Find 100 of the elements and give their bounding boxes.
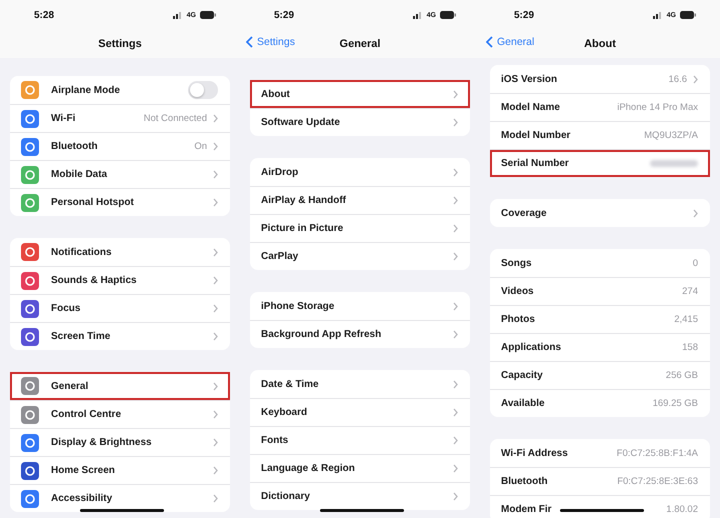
row-label: Focus	[51, 303, 80, 314]
settings-row[interactable]: Available 169.25 GB	[490, 389, 710, 417]
back-button[interactable]: Settings	[246, 36, 295, 48]
settings-row[interactable]: Control Centre	[10, 400, 230, 428]
settings-row[interactable]: Airplane Mode	[10, 76, 230, 104]
row-value: 0	[692, 258, 698, 268]
status-time: 5:29	[274, 10, 294, 20]
chevron-left-icon	[246, 36, 253, 48]
settings-row[interactable]: Model Number MQ9U3ZP/A	[490, 121, 710, 149]
row-label: Photos	[501, 314, 535, 325]
row-value: 158	[682, 342, 698, 353]
settings-row[interactable]: Photos 2,415	[490, 305, 710, 333]
row-label: Bluetooth	[51, 141, 98, 152]
settings-row[interactable]: iOS Version 16.6	[490, 65, 710, 93]
row-label: iPhone Storage	[261, 300, 334, 312]
settings-row[interactable]: Bluetooth F0:C7:25:8E:3E:63	[490, 467, 710, 495]
settings-row[interactable]: Screen Time	[10, 322, 230, 350]
settings-row[interactable]: Notifications	[10, 238, 230, 266]
settings-row[interactable]: Mobile Data	[10, 160, 230, 188]
settings-row[interactable]: Bluetooth On	[10, 132, 230, 160]
row-value: Not Connected	[144, 113, 207, 124]
settings-row[interactable]: Language & Region	[250, 454, 470, 482]
row-label: Coverage	[501, 208, 547, 218]
settings-row[interactable]: Videos 274	[490, 277, 710, 305]
row-label: Home Screen	[51, 465, 115, 476]
row-label: Control Centre	[51, 409, 121, 420]
settings-row[interactable]: About	[250, 80, 470, 108]
row-label: AirPlay & Handoff	[261, 195, 346, 206]
row-label: Picture in Picture	[261, 223, 344, 234]
row-value: MQ9U3ZP/A	[644, 130, 698, 141]
settings-row[interactable]: Picture in Picture	[250, 214, 470, 242]
row-label: Wi-Fi	[51, 113, 76, 124]
row-value: 169.25 GB	[652, 398, 698, 409]
nav-title: Settings	[98, 38, 142, 50]
row-value: 274	[682, 286, 698, 297]
row-label: Capacity	[501, 370, 543, 381]
row-label: General	[51, 380, 88, 392]
settings-row[interactable]: AirDrop	[250, 158, 470, 186]
status-time: 5:28	[34, 10, 54, 20]
row-label: Dictionary	[261, 491, 310, 502]
row-label: Display & Brightness	[51, 437, 152, 448]
chevron-left-icon	[486, 36, 493, 48]
settings-row[interactable]: Focus	[10, 294, 230, 322]
row-label: Applications	[501, 342, 562, 353]
row-value: On	[194, 141, 207, 152]
row-value: iPhone 14 Pro Max	[617, 102, 698, 113]
settings-row[interactable]: Sounds & Haptics	[10, 266, 230, 294]
toggle-switch[interactable]	[188, 81, 218, 99]
row-label: Bluetooth	[501, 476, 548, 487]
row-label: Airplane Mode	[51, 84, 120, 96]
settings-row[interactable]: Coverage	[490, 199, 710, 227]
nav-title: General	[340, 38, 380, 50]
row-label: About	[261, 88, 290, 100]
settings-row[interactable]: Display & Brightness	[10, 428, 230, 456]
settings-row[interactable]: iPhone Storage	[250, 292, 470, 320]
row-label: Modem Fir	[501, 504, 552, 515]
settings-row[interactable]: Wi-Fi Not Connected	[10, 104, 230, 132]
row-value: 256 GB	[666, 370, 698, 381]
settings-row[interactable]: Applications 158	[490, 333, 710, 361]
battery-icon	[680, 11, 696, 19]
status-time: 5:29	[514, 10, 534, 20]
nav-title: About	[584, 38, 616, 50]
settings-row[interactable]: Wi-Fi Address F0:C7:25:8B:F1:4A	[490, 439, 710, 467]
row-label: Personal Hotspot	[51, 197, 134, 208]
row-value: 2,415	[674, 314, 698, 325]
row-label: Fonts	[261, 435, 288, 446]
settings-row[interactable]: Personal Hotspot	[10, 188, 230, 216]
settings-row[interactable]: Fonts	[250, 426, 470, 454]
row-label: Language & Region	[261, 463, 355, 474]
row-label: Videos	[501, 286, 534, 297]
signal-icon	[652, 11, 663, 19]
settings-row[interactable]: General	[10, 372, 230, 400]
row-label: Model Name	[501, 102, 560, 113]
signal-icon	[172, 11, 183, 19]
row-label: Mobile Data	[51, 169, 108, 180]
settings-row[interactable]: Keyboard	[250, 398, 470, 426]
row-label: Notifications	[51, 246, 112, 258]
row-label: CarPlay	[261, 251, 298, 262]
row-label: Sounds & Haptics	[51, 275, 137, 286]
row-label: Screen Time	[51, 331, 110, 342]
settings-row[interactable]: Capacity 256 GB	[490, 361, 710, 389]
row-label: Available	[501, 398, 545, 409]
settings-row[interactable]: Home Screen	[10, 456, 230, 484]
row-label: Songs	[501, 258, 532, 268]
back-button[interactable]: General	[486, 36, 534, 48]
settings-row[interactable]: Serial Number	[490, 149, 710, 177]
row-label: iOS Version	[501, 74, 558, 84]
row-label: Wi-Fi Address	[501, 448, 568, 458]
settings-row[interactable]: Background App Refresh	[250, 320, 470, 348]
settings-row[interactable]: Model Name iPhone 14 Pro Max	[490, 93, 710, 121]
row-label: Background App Refresh	[261, 329, 382, 340]
settings-row[interactable]: Date & Time	[250, 370, 470, 398]
settings-row[interactable]: Software Update	[250, 108, 470, 136]
row-label: Model Number	[501, 130, 570, 141]
settings-row[interactable]: CarPlay	[250, 242, 470, 270]
row-value: F0:C7:25:8E:3E:63	[617, 476, 698, 487]
battery-icon	[440, 11, 456, 19]
row-label: Serial Number	[501, 158, 569, 169]
settings-row[interactable]: AirPlay & Handoff	[250, 186, 470, 214]
settings-row[interactable]: Songs 0	[490, 249, 710, 277]
